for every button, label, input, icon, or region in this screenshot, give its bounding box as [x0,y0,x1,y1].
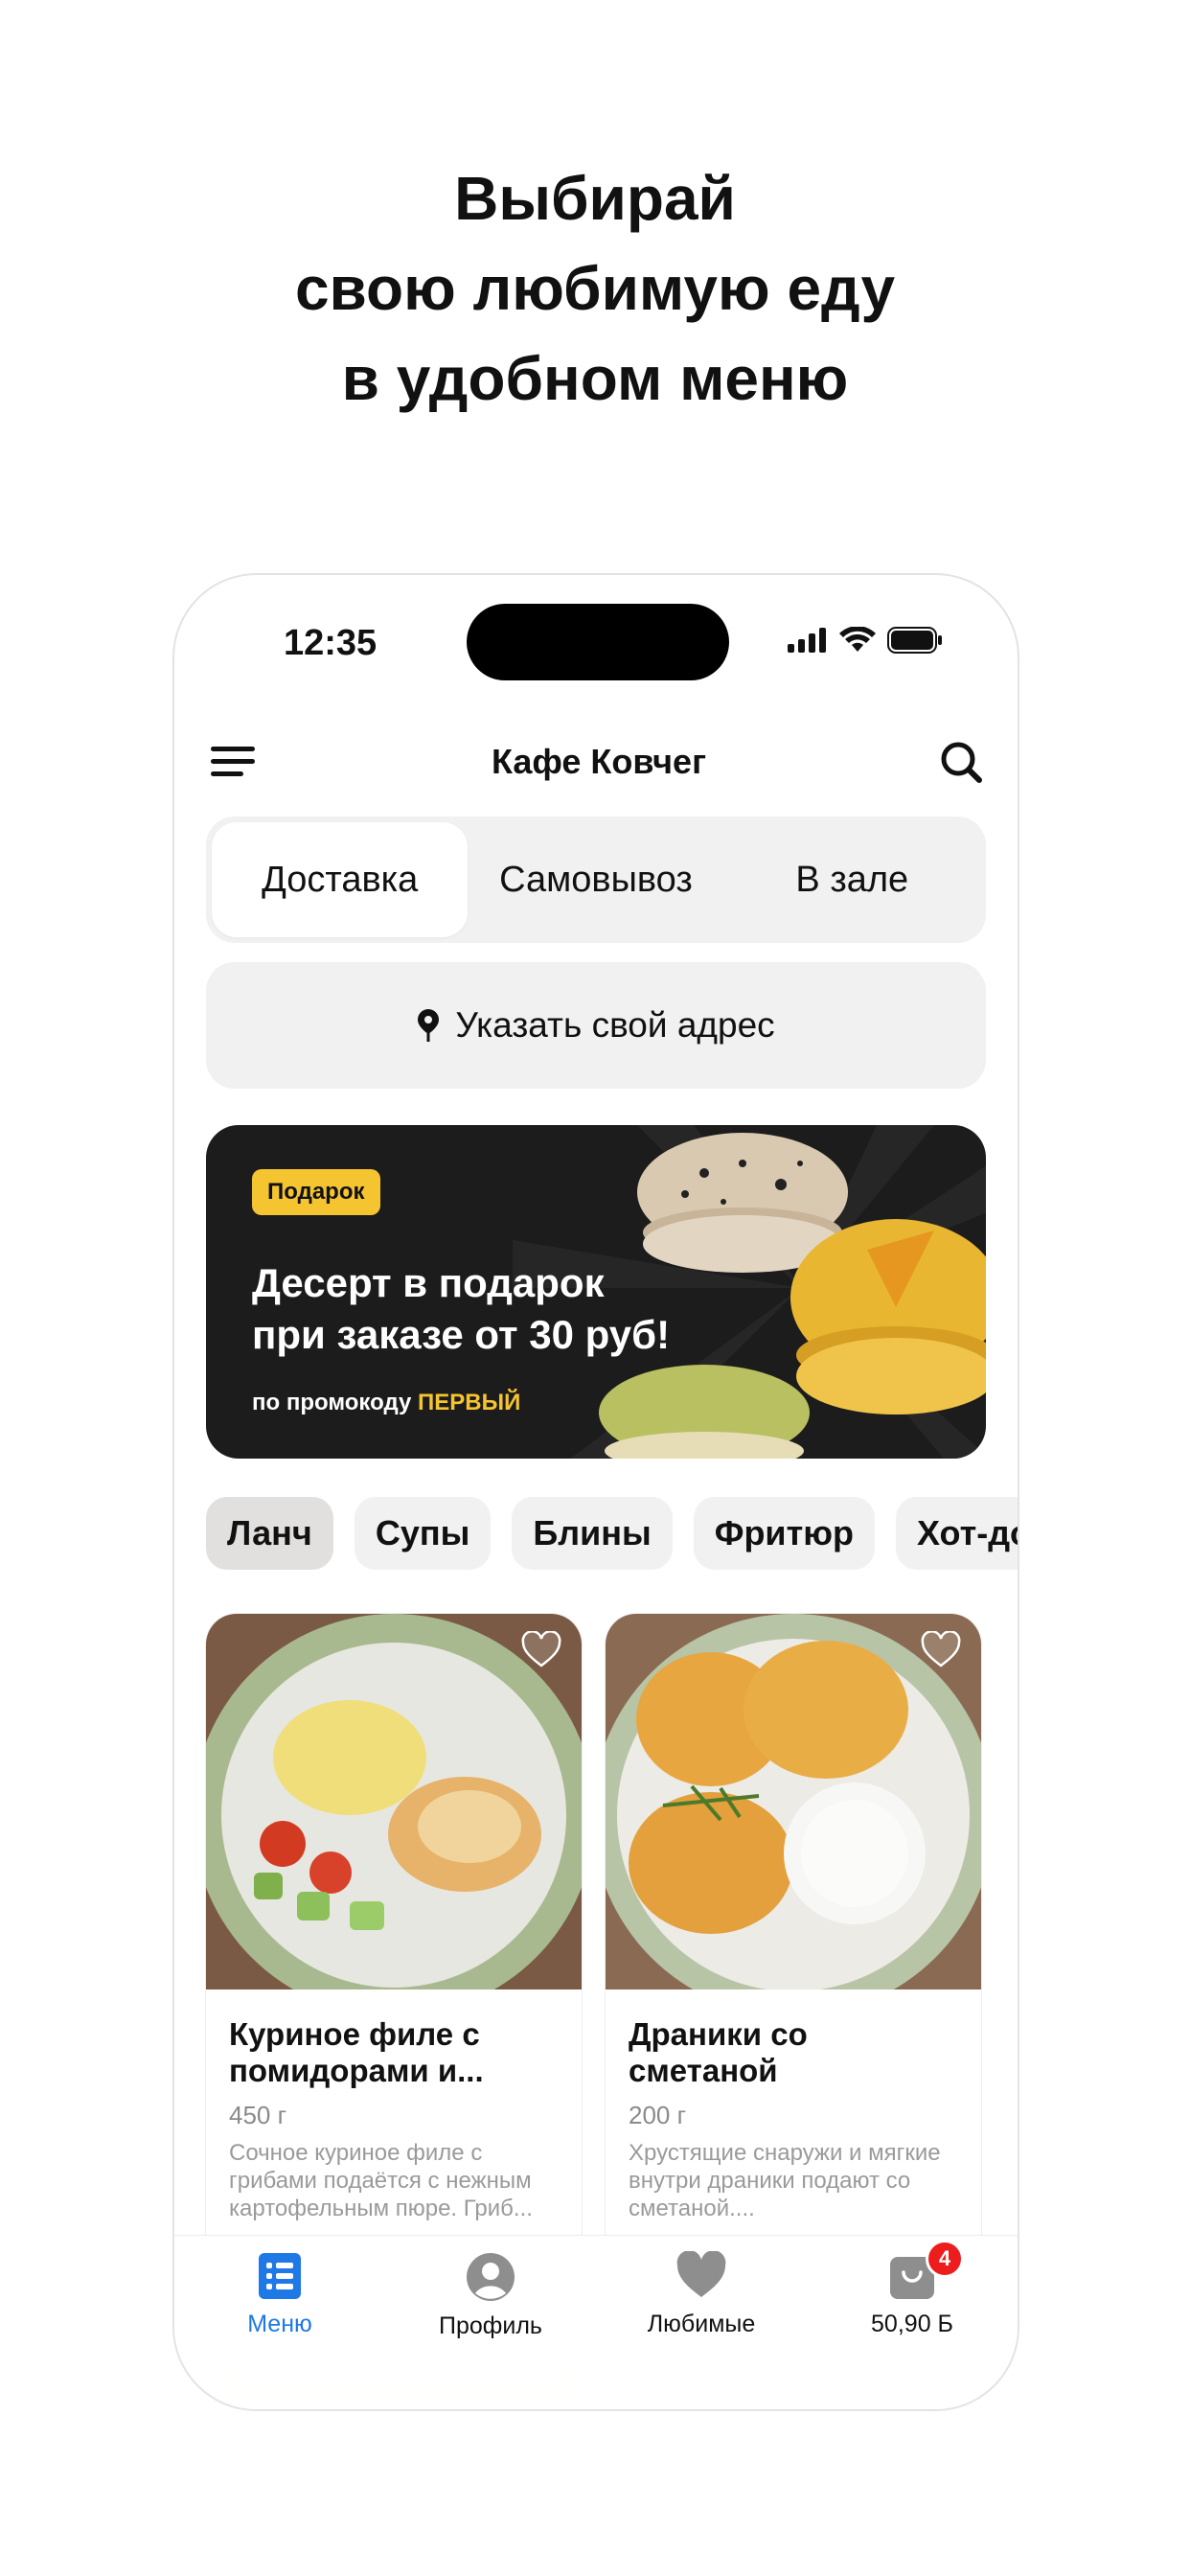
product-name: Куриное филе с помидорами и... [229,2016,484,2088]
location-pin-icon [418,1009,440,1042]
product-description: Сочное куриное филе с грибами подаётся с… [229,2140,533,2221]
heart-filled-icon [676,2251,726,2297]
headline-line: свою любимую еду [294,254,896,323]
category-soups[interactable]: Супы [354,1497,492,1570]
tab-favorites-label: Любимые [647,2311,756,2337]
dynamic-island [467,604,729,680]
product-name: Драники со сметаной [629,2016,808,2088]
address-button[interactable]: Указать свой адрес [206,962,986,1089]
product-weight: 450 г [229,2101,287,2129]
promo-code: ПЕРВЫЙ [418,1390,521,1415]
macaron-yellow-icon [790,1219,986,1414]
banner-title-line: Десерт в подарок [252,1260,605,1305]
heart-outline-icon[interactable] [520,1631,562,1669]
category-chips: Ланч Супы Блины Фритюр Хот-дог [206,1497,1018,1570]
tab-profile-label: Профиль [439,2312,542,2339]
search-icon[interactable] [939,740,983,784]
wifi-icon [839,627,876,652]
macaron-pistachio-icon [599,1365,810,1459]
heart-outline-icon[interactable] [920,1631,962,1669]
product-photo-chicken [206,1614,582,1990]
tab-favorites[interactable]: Любимые [596,2236,807,2409]
banner-promo-text: по промокоду ПЕРВЫЙ [252,1390,520,1416]
promo-headline: Выбирай свою любимую еду в удобном меню [0,153,1190,424]
cart-total: 50,90 Б [871,2311,953,2337]
tab-profile[interactable]: Профиль [385,2236,596,2409]
category-deep-fried[interactable]: Фритюр [693,1497,875,1570]
banner-title: Десерт в подарок при заказе от 30 руб! [252,1257,750,1361]
promo-banner[interactable]: Подарок Десерт в подарок при заказе от 3… [206,1125,986,1459]
app-header: Кафе Ковчег [209,728,983,795]
product-card[interactable]: Драники со сметаной 200 г Хрустящие снар… [606,1614,981,2285]
hamburger-icon[interactable] [209,743,259,781]
product-card[interactable]: Куриное филе с помидорами и... 450 г Соч… [206,1614,582,2285]
promo-prefix: по промокоду [252,1390,412,1415]
signal-icon [788,628,826,653]
category-lunch[interactable]: Ланч [206,1497,333,1570]
menu-list-icon [259,2253,301,2299]
product-weight: 200 г [629,2101,687,2129]
tab-menu[interactable]: Меню [174,2236,385,2409]
category-pancakes[interactable]: Блины [512,1497,673,1570]
address-label: Указать свой адрес [455,1005,775,1045]
tab-delivery[interactable]: Доставка [212,822,469,937]
phone-frame: 12:35 Кафе Ковчег Доставка Самовывоз В з… [172,573,1019,2411]
bottom-tab-bar: Меню Профиль Любимые 4 50,90 Б [174,2235,1018,2409]
product-photo-draniki [606,1614,981,1990]
banner-title-line: при заказе от 30 руб! [252,1312,671,1357]
product-description: Хрустящие снаружи и мягкие внутри драник… [629,2140,941,2221]
battery-icon [887,627,942,654]
cart-count-badge: 4 [926,2240,964,2278]
category-hotdog[interactable]: Хот-дог [895,1497,1018,1570]
status-time: 12:35 [284,623,378,663]
tab-cart[interactable]: 4 50,90 Б [807,2236,1018,2409]
tab-pickup[interactable]: Самовывоз [468,822,723,937]
status-icons [788,627,943,654]
tab-menu-label: Меню [247,2311,312,2337]
tab-dine-in[interactable]: В зале [724,822,980,937]
app-title: Кафе Ковчег [491,742,707,781]
profile-icon [467,2253,515,2301]
headline-line: в удобном меню [341,344,849,413]
headline-line: Выбирай [454,164,736,233]
delivery-mode-switch: Доставка Самовывоз В зале [206,816,986,943]
gift-badge: Подарок [252,1169,380,1215]
